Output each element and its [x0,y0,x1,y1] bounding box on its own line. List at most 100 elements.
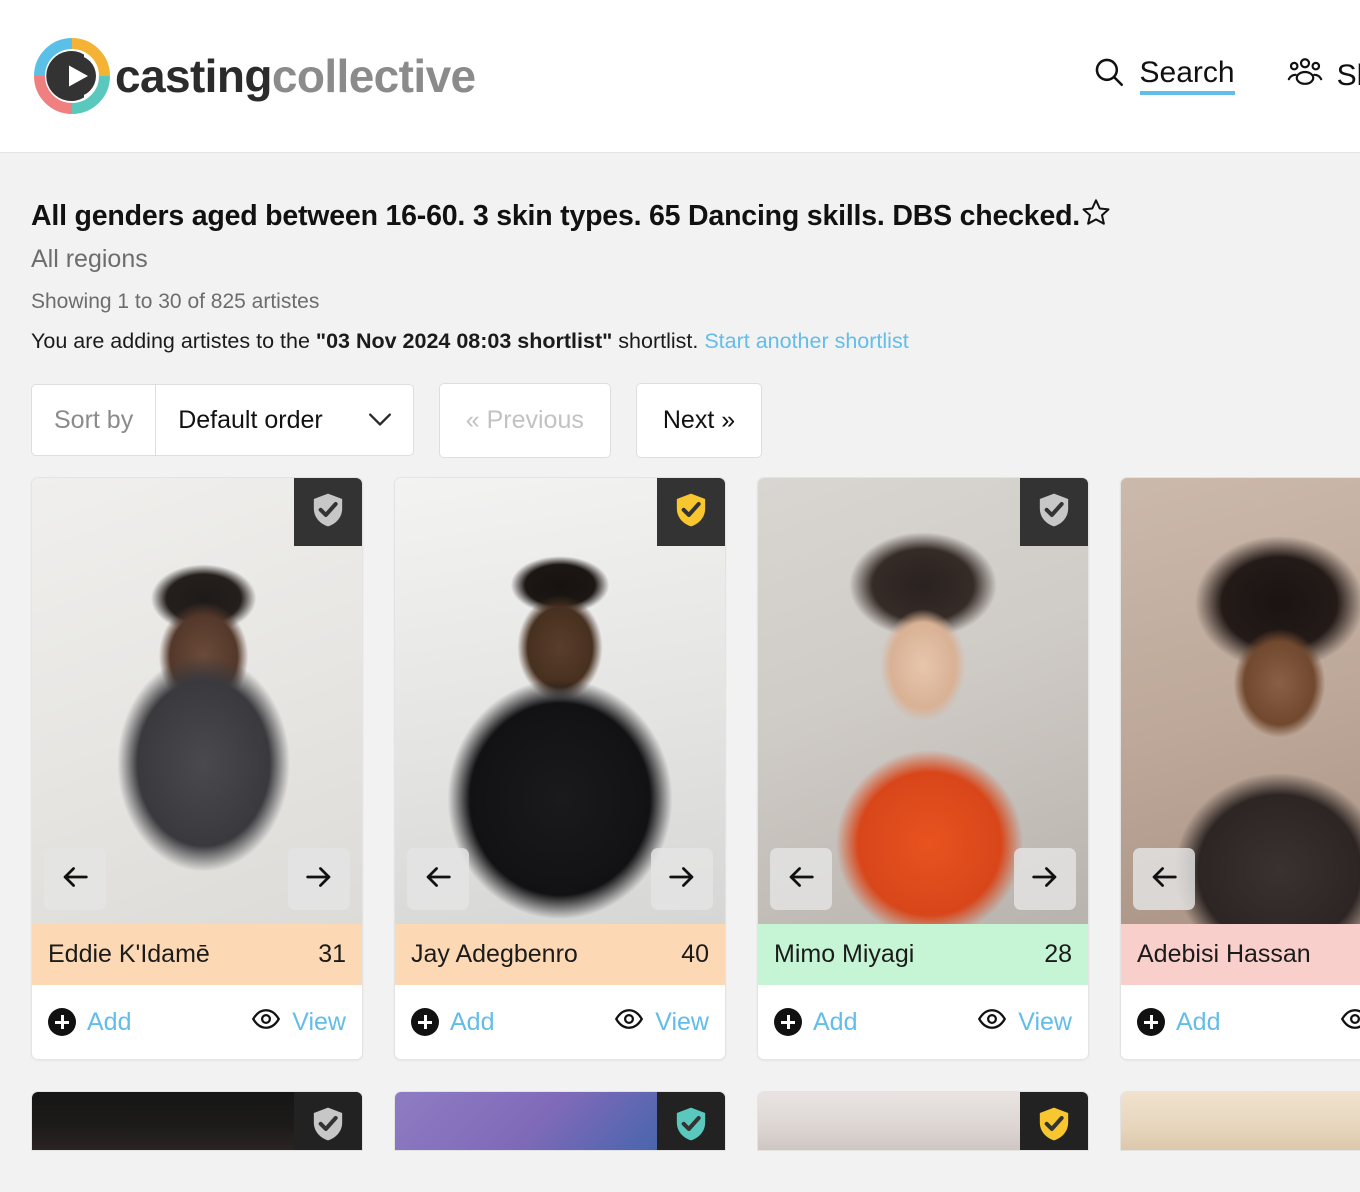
eye-icon [1340,1004,1360,1041]
view-label: View [292,1007,346,1036]
prev-photo-button[interactable] [770,848,832,910]
view-label: View [1018,1007,1072,1036]
plus-circle-icon [411,1008,439,1036]
next-photo-button[interactable] [1014,848,1076,910]
artiste-photo[interactable] [758,478,1088,924]
arrow-left-icon [784,860,818,899]
eye-icon [251,1004,281,1041]
artiste-card[interactable] [394,1091,726,1151]
artiste-age: 31 [318,940,346,968]
artiste-card-grid-row2 [31,1091,1360,1151]
prev-photo-button[interactable] [407,848,469,910]
star-outline-icon[interactable] [1081,197,1111,235]
sort-control: Sort by Default order [31,384,414,456]
artiste-card[interactable] [31,1091,363,1151]
verified-badge [294,478,362,546]
plus-circle-icon [774,1008,802,1036]
artiste-card[interactable] [757,1091,1089,1151]
view-artiste-button[interactable]: View [251,1004,346,1041]
artiste-card: Eddie K'Idamē 31 Add View [31,477,363,1060]
artiste-card-actions: Add View [32,985,362,1059]
artiste-photo[interactable] [1121,478,1360,924]
start-another-shortlist-link[interactable]: Start another shortlist [704,329,908,353]
next-photo-button[interactable] [651,848,713,910]
artiste-card: Mimo Miyagi 28 Add View [757,477,1089,1060]
adding-suffix: shortlist. [612,329,705,353]
artiste-photo[interactable] [395,478,725,924]
artiste-photo-image [1121,1092,1360,1150]
artiste-card: Jay Adegbenro 40 Add View [394,477,726,1060]
main-content: All genders aged between 16-60. 3 skin t… [0,153,1360,1151]
prev-photo-button[interactable] [44,848,106,910]
artiste-name-bar: Adebisi Hassan [1121,924,1360,985]
plus-circle-icon [48,1008,76,1036]
artiste-card-grid: Eddie K'Idamē 31 Add View Jay Adegbenro 40 Add… [31,477,1360,1060]
arrow-left-icon [1147,860,1181,899]
prev-photo-button[interactable] [1133,848,1195,910]
page-title: All genders aged between 16-60. 3 skin t… [31,153,1329,233]
view-artiste-button[interactable]: View [1340,1004,1360,1041]
site-header: castingcollective Search S [0,0,1360,153]
artiste-age: 28 [1044,940,1072,968]
view-artiste-button[interactable]: View [614,1004,709,1041]
region-subtitle: All regions [31,245,148,273]
add-to-shortlist-button[interactable]: Add [774,1008,857,1037]
add-to-shortlist-button[interactable]: Add [1137,1008,1220,1037]
verified-badge [657,478,725,546]
sort-by-label: Sort by [32,385,157,455]
brand-logo[interactable]: castingcollective [31,35,476,117]
shortlist-name: "03 Nov 2024 08:03 shortlist" [315,329,613,353]
search-icon [1092,55,1126,97]
verified-badge [657,1092,725,1150]
verified-badge [294,1092,362,1150]
header-nav: Search Sho [1092,55,1360,97]
view-artiste-button[interactable]: View [977,1004,1072,1041]
arrow-left-icon [421,860,455,899]
brand-name-primary: casting [115,50,272,102]
add-to-shortlist-button[interactable]: Add [48,1008,131,1037]
nav-item-shortlists[interactable]: Sho [1287,55,1360,97]
view-label: View [655,1007,709,1036]
arrow-left-icon [58,860,92,899]
shield-check-icon [671,1104,711,1149]
previous-page-button[interactable]: « Previous [438,382,611,458]
next-page-button[interactable]: Next » [635,382,763,458]
nav-label-search: Search [1139,57,1235,96]
play-circle-logo [31,35,113,117]
adding-prefix: You are adding artistes to the [31,329,316,353]
add-label: Add [450,1007,495,1036]
sort-order-value: Default order [178,405,323,434]
brand-text: castingcollective [115,53,476,99]
artiste-photo[interactable] [32,478,362,924]
artiste-card-actions: Add View [758,985,1088,1059]
arrow-right-icon [665,860,699,899]
add-to-shortlist-button[interactable]: Add [411,1008,494,1037]
artiste-name: Adebisi Hassan [1137,940,1311,968]
shield-check-icon [1034,490,1074,535]
artiste-name-bar: Mimo Miyagi 28 [758,924,1088,985]
artiste-card[interactable] [1120,1091,1360,1151]
sort-order-select[interactable]: Default order [156,385,413,455]
nav-item-search[interactable]: Search [1092,55,1235,97]
add-label: Add [813,1007,858,1036]
artiste-name: Mimo Miyagi [774,940,915,968]
results-toolbar: Sort by Default order « Previous Next » [31,382,1329,458]
shield-check-icon [308,490,348,535]
eye-icon [614,1004,644,1041]
shield-check-icon [671,490,711,535]
next-photo-button[interactable] [288,848,350,910]
artiste-name: Jay Adegbenro [411,940,578,968]
artiste-card: Adebisi Hassan Add View [1120,477,1360,1060]
artiste-age: 40 [681,940,709,968]
artiste-card-actions: Add View [1121,985,1360,1059]
shield-check-icon [1034,1104,1074,1149]
people-group-icon [1287,55,1323,97]
nav-label-shortlists: Sho [1336,59,1360,92]
chevron-down-icon [367,406,393,435]
page-title-text: All genders aged between 16-60. 3 skin t… [31,200,1081,232]
artiste-card-actions: Add View [395,985,725,1059]
add-label: Add [87,1007,132,1036]
showing-count: Showing 1 to 30 of 825 artistes [31,290,320,313]
arrow-right-icon [302,860,336,899]
plus-circle-icon [1137,1008,1165,1036]
